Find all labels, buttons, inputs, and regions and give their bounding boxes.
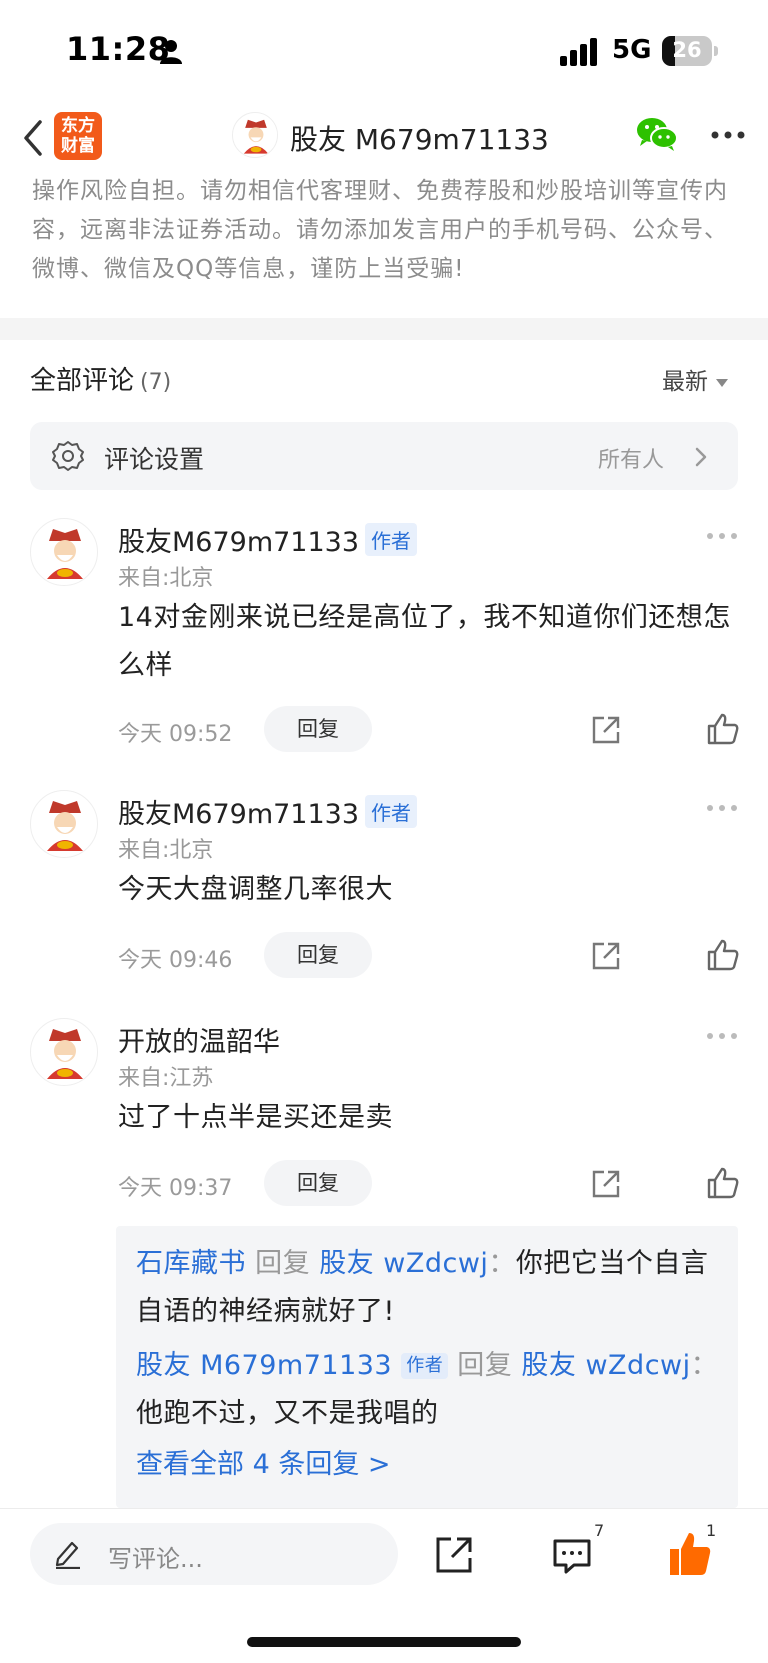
author-name: 开放的温韶华: [118, 1027, 280, 1058]
comment-text: 14对金刚来说已经是高位了，我不知道你们还想怎么样: [118, 602, 731, 681]
reply-verb: 回复: [255, 1248, 311, 1279]
comment-author[interactable]: 股友M679m71133 作者: [118, 792, 418, 831]
status-bar: 11:28 5G 26: [0, 0, 768, 100]
author-badge: 作者: [365, 523, 418, 556]
view-all-replies-link[interactable]: 查看全部 4 条回复 >: [136, 1442, 391, 1481]
risk-disclaimer: 操作风险自担。请勿相信代客理财、免费荐股和炒股培训等宣传内容，远离非法证券活动。…: [32, 178, 728, 282]
write-comment-placeholder: 写评论...: [108, 1545, 203, 1573]
share-icon[interactable]: [590, 1168, 622, 1200]
author-name: 股友M679m71133: [118, 799, 360, 830]
app-logo[interactable]: 东方 财富: [54, 112, 102, 160]
status-time: 11:28: [66, 30, 171, 68]
more-icon[interactable]: [706, 804, 738, 812]
comment-location: 来自:江苏: [118, 1066, 214, 1091]
replies-box: 石库藏书 回复 股友 wZdcwj：你把它当个自言自语的神经病就好了! 股友 M…: [116, 1226, 738, 1508]
comment-text: 过了十点半是买还是卖: [118, 1102, 393, 1133]
battery-level: 26: [672, 38, 702, 62]
share-icon[interactable]: [434, 1535, 474, 1575]
avatar[interactable]: [30, 518, 98, 586]
reply-button[interactable]: 回复: [264, 932, 372, 978]
thumbs-up-icon[interactable]: [706, 938, 740, 972]
more-icon[interactable]: [706, 1032, 738, 1040]
reply-item[interactable]: 石库藏书 回复 股友 wZdcwj：你把它当个自言自语的神经病就好了!: [136, 1240, 726, 1336]
comment-location: 来自:北京: [118, 838, 214, 863]
comment-icon[interactable]: [552, 1537, 592, 1575]
battery-icon: 26: [662, 36, 718, 66]
caret-down-icon: [716, 378, 728, 387]
page-title: 股友 M679m71133: [290, 123, 549, 156]
share-icon[interactable]: [590, 714, 622, 746]
like-count: 1: [706, 1521, 717, 1540]
avatar[interactable]: [30, 790, 98, 858]
settings-value: 所有人: [597, 448, 664, 473]
share-icon[interactable]: [590, 940, 622, 972]
more-icon[interactable]: [710, 130, 746, 140]
reply-separator: ：: [690, 1350, 719, 1381]
comment-author[interactable]: 开放的温韶华: [118, 1020, 280, 1059]
comments-title-text: 全部评论: [30, 366, 135, 396]
section-divider: [0, 318, 768, 340]
chevron-right-icon: [695, 447, 707, 467]
thumbs-up-icon[interactable]: [706, 712, 740, 746]
author-name: 股友M679m71133: [118, 527, 360, 558]
reply-author[interactable]: 股友 M679m71133: [136, 1350, 392, 1381]
comment-count: 7: [594, 1521, 605, 1540]
pen-icon: [55, 1541, 80, 1569]
reply-verb: 回复: [457, 1350, 513, 1381]
comment-settings-row[interactable]: 评论设置 所有人: [30, 422, 738, 490]
author-avatar[interactable]: [232, 112, 278, 158]
comment-time: 今天 09:46: [118, 948, 233, 973]
comment-time: 今天 09:37: [118, 1176, 233, 1201]
sort-label: 最新: [662, 369, 708, 395]
comments-count: (7): [140, 370, 172, 395]
more-icon[interactable]: [706, 532, 738, 540]
comment-location: 来自:北京: [118, 566, 214, 591]
reply-button[interactable]: 回复: [264, 1160, 372, 1206]
write-comment-input[interactable]: 写评论...: [30, 1523, 398, 1585]
back-button[interactable]: [18, 118, 48, 158]
comments-section-title: 全部评论 (7): [30, 360, 171, 397]
reply-target[interactable]: 股友 wZdcwj: [319, 1248, 488, 1279]
logo-line-2: 财富: [61, 136, 95, 156]
person-icon: [160, 40, 182, 64]
reply-button[interactable]: 回复: [264, 706, 372, 752]
network-label: 5G: [612, 35, 652, 65]
comment-text: 今天大盘调整几率很大: [118, 874, 393, 905]
avatar[interactable]: [30, 1018, 98, 1086]
reply-text: 他跑不过，又不是我唱的: [136, 1398, 439, 1429]
thumbs-up-icon[interactable]: [706, 1166, 740, 1200]
reply-target[interactable]: 股友 wZdcwj: [521, 1350, 690, 1381]
home-indicator: [247, 1637, 521, 1647]
sort-dropdown[interactable]: 最新: [662, 362, 728, 396]
logo-line-1: 东方: [61, 116, 95, 136]
reply-separator: ：: [488, 1248, 516, 1279]
author-badge: 作者: [365, 795, 418, 828]
bottom-action-bar: 写评论... 7 1: [0, 1508, 768, 1663]
comment-time: 今天 09:52: [118, 722, 233, 747]
signal-icon: [560, 38, 597, 66]
comment-author[interactable]: 股友M679m71133 作者: [118, 520, 418, 559]
wechat-icon[interactable]: [636, 116, 678, 152]
nav-bar: 东方 财富 股友 M679m71133: [0, 100, 768, 180]
settings-label: 评论设置: [104, 445, 205, 474]
reply-author[interactable]: 石库藏书: [136, 1248, 246, 1279]
author-badge: 作者: [401, 1353, 449, 1379]
reply-item[interactable]: 股友 M679m71133 作者 回复 股友 wZdcwj： 他跑不过，又不是我唱…: [136, 1342, 726, 1438]
gear-icon: [52, 441, 84, 471]
